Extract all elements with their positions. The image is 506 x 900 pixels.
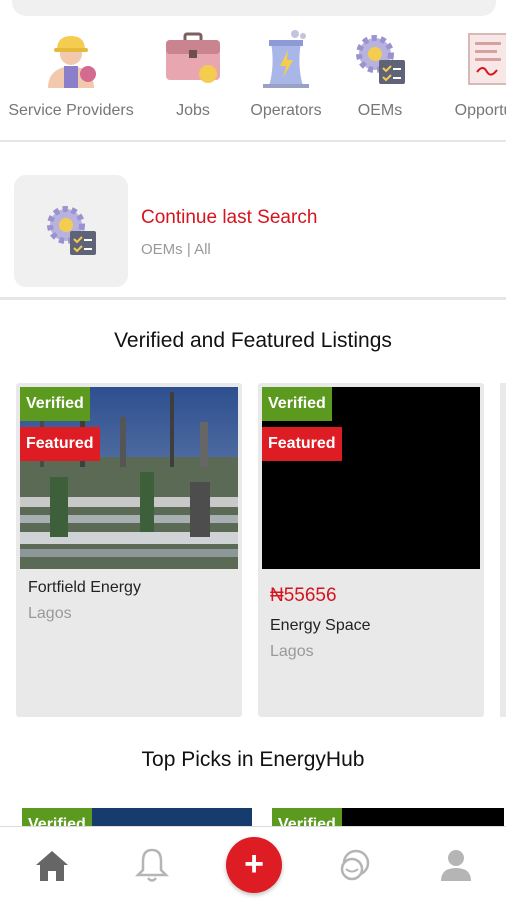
verified-badge: Verified (262, 387, 332, 421)
category-strip[interactable]: Service Providers Jobs Operators OEMs Op… (0, 28, 506, 138)
chat-icon[interactable] (334, 845, 374, 885)
divider (0, 140, 506, 142)
verified-badge: Verified (20, 387, 90, 421)
gear-checklist-icon (47, 206, 96, 255)
category-opportunities[interactable]: Opportun (413, 28, 506, 120)
last-search-thumbnail (14, 175, 128, 287)
add-icon: + (244, 845, 264, 883)
top-pick-card-peek[interactable]: Verified (272, 808, 504, 828)
verified-section-title: Verified and Featured Listings (114, 329, 392, 352)
last-search-title: Continue last Search (141, 207, 318, 228)
home-icon[interactable] (32, 845, 72, 885)
profile-icon[interactable] (436, 845, 476, 885)
listing-location: Lagos (28, 605, 72, 622)
add-listing-button[interactable]: + (226, 837, 282, 893)
top-picks-section-title: Top Picks in EnergyHub (141, 748, 365, 771)
listing-card[interactable]: Verified Featured Fortfield Energy Lagos (16, 383, 242, 717)
listing-name: Fortfield Energy (28, 579, 141, 596)
verified-badge: Verified (22, 808, 92, 828)
top-pick-card-peek[interactable]: Verified (22, 808, 252, 828)
listing-card[interactable]: Verified Featured ₦55656 Energy Space La… (258, 383, 484, 717)
bottom-nav: + (0, 826, 506, 900)
featured-badge: Featured (20, 427, 100, 461)
category-label: Opportun (454, 102, 506, 119)
listing-location: Lagos (270, 643, 314, 660)
bell-icon[interactable] (132, 845, 172, 885)
search-bar[interactable] (12, 0, 496, 16)
listing-card-peek[interactable] (500, 383, 506, 717)
worker-icon (40, 28, 102, 90)
document-icon (457, 28, 506, 90)
listing-price: ₦55656 (270, 585, 337, 606)
divider (0, 297, 506, 300)
continue-last-search[interactable]: Continue last Search OEMs | All (14, 175, 494, 287)
gear-checklist-icon (349, 28, 411, 90)
last-search-subtitle: OEMs | All (141, 241, 211, 258)
featured-badge: Featured (262, 427, 342, 461)
verified-badge: Verified (272, 808, 342, 828)
listing-name: Energy Space (270, 617, 371, 634)
